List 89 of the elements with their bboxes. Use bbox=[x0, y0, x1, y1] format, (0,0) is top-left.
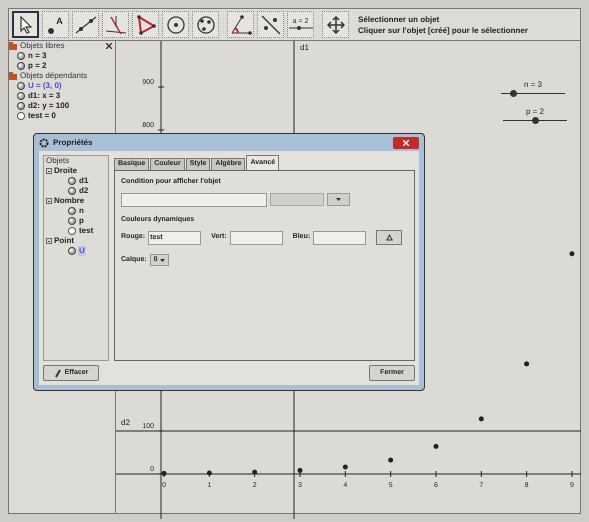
caret-icon bbox=[160, 258, 165, 262]
angle-icon bbox=[230, 14, 252, 34]
tree-header: Objets bbox=[46, 156, 70, 166]
slider-thumb[interactable] bbox=[532, 117, 539, 124]
tool-label: A bbox=[56, 14, 63, 28]
visible-icon[interactable] bbox=[17, 92, 25, 100]
tool-button[interactable] bbox=[12, 11, 39, 38]
tool-button[interactable] bbox=[227, 11, 254, 38]
visible-icon[interactable] bbox=[68, 207, 76, 215]
group-title[interactable]: Objets dépendants bbox=[20, 71, 88, 81]
algebra-item[interactable]: d1: x = 3 bbox=[28, 91, 60, 101]
slider-thumb[interactable] bbox=[510, 90, 517, 97]
visible-icon[interactable] bbox=[68, 177, 76, 185]
pointer-icon bbox=[18, 16, 32, 34]
data-point[interactable] bbox=[342, 464, 348, 470]
move-icon bbox=[326, 16, 344, 34]
clear-icon bbox=[384, 234, 394, 241]
pick-button[interactable] bbox=[376, 230, 402, 245]
line-label: d2 bbox=[121, 417, 130, 429]
tool-help: Cliquer sur l'objet [créé] pour le sélectionner bbox=[358, 24, 528, 36]
folder-icon bbox=[9, 42, 17, 50]
tool-button[interactable] bbox=[257, 11, 284, 38]
tool-button[interactable] bbox=[102, 11, 129, 38]
folder-icon bbox=[9, 72, 17, 80]
data-point[interactable] bbox=[433, 444, 438, 449]
perpendicular-icon bbox=[104, 14, 126, 34]
tree-item[interactable]: U bbox=[78, 246, 86, 256]
collapse-icon[interactable] bbox=[46, 168, 52, 174]
circle-points-icon bbox=[196, 14, 216, 34]
algebra-item[interactable]: p = 2 bbox=[28, 61, 46, 71]
visible-icon[interactable] bbox=[68, 217, 76, 225]
data-point[interactable] bbox=[569, 251, 574, 256]
data-point[interactable] bbox=[524, 361, 530, 366]
close-icon[interactable] bbox=[106, 43, 112, 49]
tree-item[interactable]: p bbox=[78, 216, 85, 226]
data-point[interactable] bbox=[298, 468, 302, 473]
visible-icon[interactable] bbox=[17, 52, 25, 60]
eraser-icon bbox=[54, 368, 62, 378]
point-icon bbox=[48, 28, 54, 34]
tree-category[interactable]: Droite bbox=[54, 166, 78, 176]
algebra-item[interactable]: d2: y = 100 bbox=[28, 101, 70, 111]
tool-title: Sélectionner un objet bbox=[358, 14, 440, 24]
data-point[interactable] bbox=[478, 416, 484, 422]
visible-icon[interactable] bbox=[68, 247, 76, 255]
tool-button[interactable] bbox=[162, 11, 189, 38]
dialog-title: Propriétés bbox=[53, 136, 94, 148]
line-label: d1 bbox=[300, 42, 309, 54]
data-point[interactable] bbox=[388, 458, 394, 463]
color-field[interactable] bbox=[313, 230, 366, 244]
collapse-icon[interactable] bbox=[46, 238, 52, 244]
gear-icon bbox=[39, 138, 49, 148]
slider-icon bbox=[288, 25, 312, 31]
data-point[interactable] bbox=[162, 470, 167, 476]
color-field[interactable] bbox=[230, 230, 283, 244]
caret-icon bbox=[336, 198, 341, 200]
tool-button[interactable] bbox=[192, 11, 219, 38]
visible-icon[interactable] bbox=[68, 187, 76, 195]
circle-icon bbox=[166, 14, 186, 34]
algebra-item[interactable]: test = 0 bbox=[28, 111, 56, 121]
algebra-item[interactable]: n = 3 bbox=[28, 51, 46, 61]
line-icon bbox=[74, 14, 96, 34]
tool-button[interactable] bbox=[322, 11, 349, 38]
collapse-icon[interactable] bbox=[46, 198, 52, 204]
condition-field[interactable] bbox=[121, 192, 267, 206]
tree-item[interactable]: d2 bbox=[78, 186, 90, 196]
tree-category[interactable]: Nombre bbox=[54, 196, 84, 206]
tree-item[interactable]: n bbox=[78, 206, 85, 216]
hidden-icon[interactable] bbox=[68, 227, 76, 235]
slider-label: p = 2 bbox=[526, 106, 544, 118]
visible-icon[interactable] bbox=[17, 82, 25, 90]
group-title[interactable]: Objets libres bbox=[20, 41, 64, 51]
hidden-icon[interactable] bbox=[17, 112, 25, 120]
triangle-icon bbox=[134, 14, 156, 34]
data-point[interactable] bbox=[206, 470, 212, 476]
dropdown[interactable] bbox=[327, 192, 350, 206]
reflect-icon bbox=[260, 14, 282, 34]
tree-item[interactable]: d1 bbox=[78, 176, 90, 186]
tool-button[interactable] bbox=[72, 11, 99, 38]
visible-icon[interactable] bbox=[17, 102, 25, 110]
close-icon bbox=[403, 140, 409, 146]
algebra-item[interactable]: U = (3, 0) bbox=[28, 81, 62, 91]
data-point[interactable] bbox=[252, 470, 258, 475]
tree-category[interactable]: Point bbox=[54, 236, 74, 246]
tool-button[interactable]: A bbox=[42, 11, 69, 38]
slider-label: n = 3 bbox=[524, 79, 542, 91]
close-button[interactable] bbox=[393, 136, 419, 148]
tree-item[interactable]: test bbox=[78, 226, 94, 236]
tool-button[interactable] bbox=[132, 11, 159, 38]
visible-icon[interactable] bbox=[17, 62, 25, 70]
